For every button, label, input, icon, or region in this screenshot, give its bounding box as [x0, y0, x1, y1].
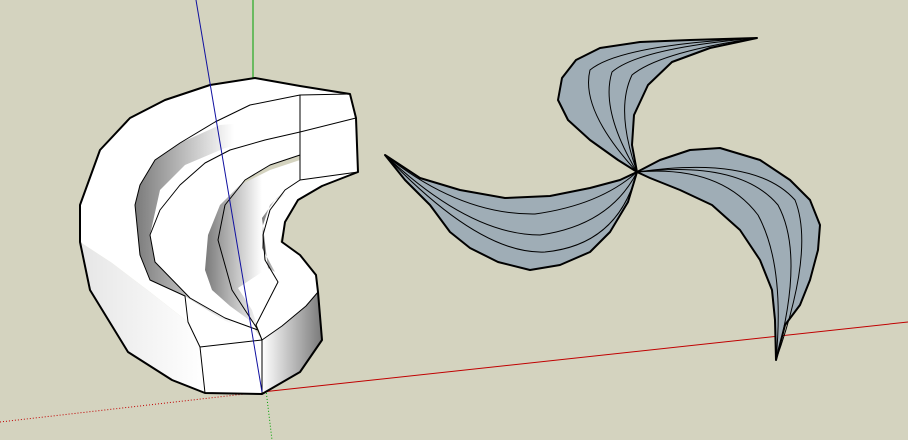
- crescent-front-face[interactable]: [200, 340, 262, 394]
- scene-svg[interactable]: [0, 0, 908, 440]
- modeling-viewport[interactable]: [0, 0, 908, 440]
